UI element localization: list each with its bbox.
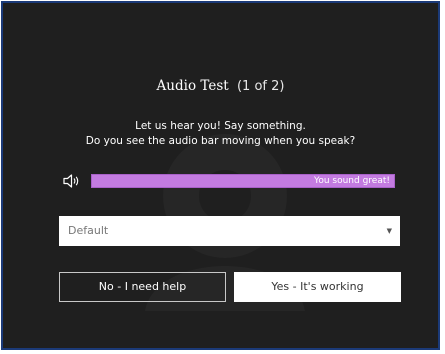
- audio-test-dialog: Audio Test (1 of 2) Let us hear you! Say…: [1, 1, 440, 350]
- microphone-select-value: Default: [68, 224, 109, 237]
- step-indicator: (1 of 2): [236, 79, 285, 94]
- need-help-button[interactable]: No - I need help: [59, 272, 226, 302]
- prompt-line-2: Do you see the audio bar moving when you…: [85, 135, 356, 147]
- audio-level-bar: You sound great!: [91, 174, 395, 188]
- microphone-select[interactable]: Default ▼: [59, 216, 400, 246]
- dialog-title: Audio Test: [156, 78, 229, 94]
- its-working-button[interactable]: Yes - It's working: [234, 272, 401, 302]
- audio-status-text: You sound great!: [314, 176, 390, 186]
- speaker-icon: [63, 174, 79, 188]
- dialog-title-row: Audio Test (1 of 2): [3, 78, 438, 94]
- caret-down-icon: ▼: [386, 227, 392, 235]
- prompt-line-1: Let us hear you! Say something.: [135, 120, 306, 132]
